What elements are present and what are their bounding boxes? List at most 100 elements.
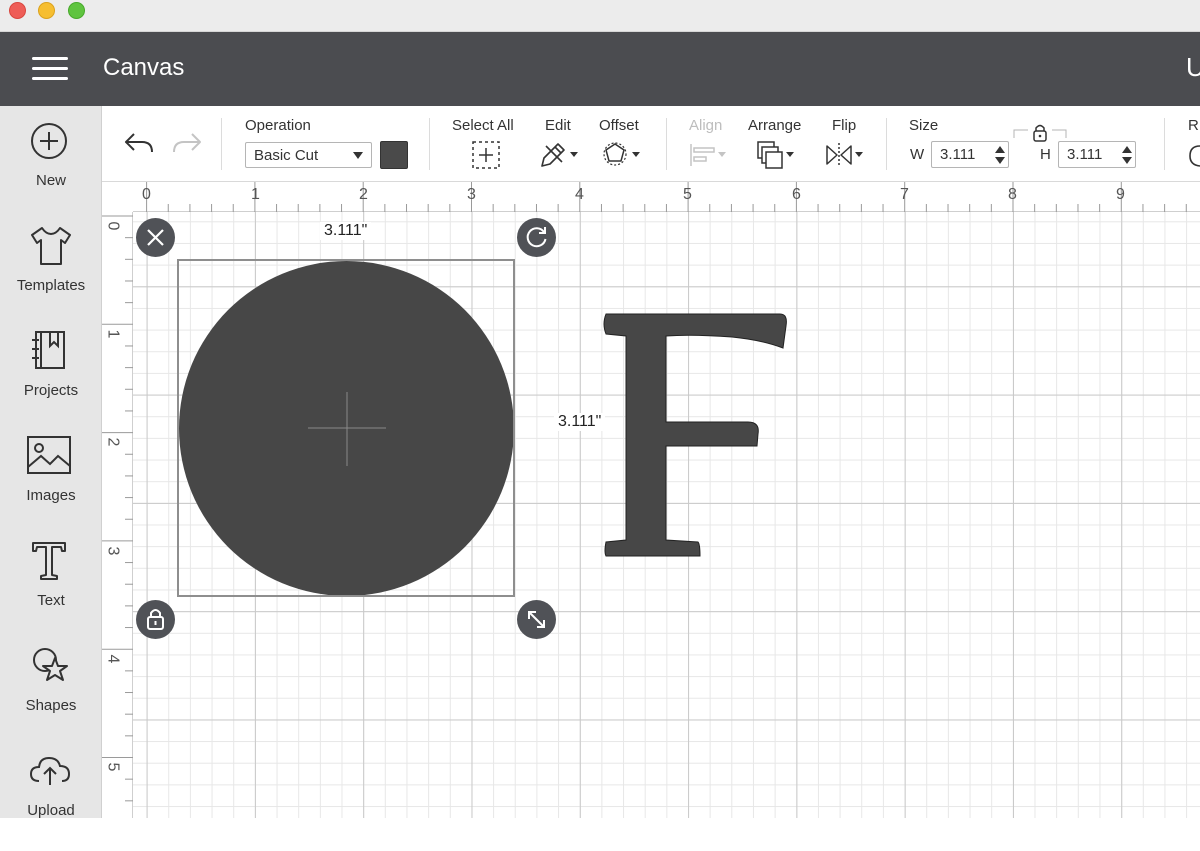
sidebar-item-label: Templates [16, 277, 86, 294]
sidebar-item-label: Text [37, 592, 65, 609]
edit-label: Edit [545, 117, 571, 134]
arrange-icon[interactable] [756, 140, 800, 172]
chevron-down-icon [353, 152, 363, 159]
menu-icon[interactable] [32, 56, 68, 82]
cloud-upload-icon [29, 756, 71, 785]
selection-box[interactable] [177, 259, 515, 597]
width-label: W [910, 146, 925, 163]
width-input[interactable] [932, 142, 990, 167]
arrange-label: Arrange [748, 117, 802, 134]
letter-f-shape[interactable] [602, 310, 788, 560]
height-input[interactable] [1059, 142, 1117, 167]
ruler-number: 3 [467, 186, 476, 203]
sidebar-item-label: Images [26, 487, 76, 504]
sidebar-item-images[interactable]: Images [0, 434, 102, 534]
sidebar-item-upload[interactable]: Upload [0, 751, 102, 851]
width-stepper[interactable] [995, 145, 1005, 165]
toolbar-divider [886, 118, 887, 170]
sidebar-item-shapes[interactable]: Shapes [0, 644, 102, 744]
sidebar-item-label: New [35, 172, 66, 189]
toolbar-divider [666, 118, 667, 170]
height-stepper[interactable] [1122, 145, 1132, 165]
rotate-handle[interactable] [517, 218, 556, 257]
ruler-number: 0 [104, 221, 122, 231]
ruler-number: 4 [104, 654, 122, 664]
ruler-number: 2 [359, 186, 368, 203]
tshirt-icon [31, 227, 71, 265]
edit-toolbar: Operation Basic Cut Select All Edit Offs… [102, 106, 1200, 182]
offset-label: Offset [599, 117, 639, 134]
shapes-icon [33, 648, 68, 681]
resize-handle[interactable] [517, 600, 556, 639]
sidebar-item-text[interactable]: Text [0, 539, 102, 639]
offset-icon[interactable] [602, 140, 646, 170]
app-header: Canvas U [0, 32, 1200, 106]
edit-pencil-icon[interactable] [538, 140, 582, 170]
ruler-number: 6 [792, 186, 801, 203]
ruler-number: 4 [575, 186, 584, 203]
flip-label: Flip [832, 117, 857, 134]
selection-height-label: 3.111" [554, 413, 606, 431]
selection-width-label: 3.111" [320, 222, 372, 240]
lock-icon [147, 609, 164, 630]
height-label: H [1040, 146, 1051, 163]
resize-diagonal-icon [528, 611, 545, 628]
ruler-number: 0 [142, 186, 151, 203]
ruler-number: 9 [1116, 186, 1125, 203]
design-canvas[interactable]: 0 1 2 3 4 5 6 7 8 9 0 1 2 3 4 5 3.111" 3… [102, 182, 1200, 818]
ruler-number: 1 [104, 329, 122, 339]
ruler-number: 5 [683, 186, 692, 203]
sidebar-item-projects[interactable]: Projects [0, 329, 102, 429]
size-label: Size [909, 117, 939, 134]
ruler-vertical: 0 1 2 3 4 5 [102, 212, 133, 818]
toolbar-divider [1164, 118, 1165, 170]
operation-select[interactable]: Basic Cut [245, 142, 372, 168]
ruler-number: 3 [104, 546, 122, 556]
delete-handle[interactable] [136, 218, 175, 257]
operation-value: Basic Cut [254, 147, 319, 164]
select-all-label: Select All [452, 117, 514, 134]
ruler-ticks [102, 215, 133, 802]
toolbar-divider [429, 118, 430, 170]
rotate-icon [526, 227, 547, 248]
window-titlebar [0, 0, 1200, 32]
sidebar: New Templates Projects Images Text Shape… [0, 106, 102, 819]
sidebar-item-label: Upload [27, 802, 75, 819]
rotate-icon[interactable] [1188, 143, 1200, 169]
sidebar-item-new[interactable]: New [0, 121, 102, 221]
sidebar-item-label: Shapes [25, 697, 77, 714]
ruler-ticks [146, 182, 1187, 212]
text-t-icon [32, 542, 66, 580]
ruler-number: 2 [104, 437, 122, 447]
plus-circle-icon [31, 123, 67, 159]
rotate-label: R [1188, 117, 1199, 134]
sidebar-item-label: Projects [23, 382, 79, 399]
window-close-button[interactable] [9, 2, 26, 19]
align-label: Align [689, 117, 723, 134]
undo-icon[interactable] [122, 128, 156, 158]
flip-icon[interactable] [824, 140, 868, 170]
ruler-number: 8 [1008, 186, 1017, 203]
window-minimize-button[interactable] [38, 2, 55, 19]
operation-label: Operation [245, 117, 311, 134]
ruler-number: 1 [251, 186, 260, 203]
operation-color-swatch[interactable] [380, 141, 408, 169]
align-icon[interactable] [688, 140, 732, 170]
sidebar-item-templates[interactable]: Templates [0, 224, 102, 324]
toolbar-divider [221, 118, 222, 170]
width-field[interactable] [931, 141, 1009, 168]
window-zoom-button[interactable] [68, 2, 85, 19]
header-right-text[interactable]: U [1186, 52, 1200, 83]
lock-handle[interactable] [136, 600, 175, 639]
page-title: Canvas [103, 54, 185, 81]
notebook-icon [32, 331, 65, 369]
close-icon [147, 229, 164, 246]
ruler-number: 7 [900, 186, 909, 203]
redo-icon[interactable] [170, 128, 204, 158]
ruler-number: 5 [104, 762, 122, 772]
ruler-corner [102, 182, 133, 212]
ruler-horizontal: 0 1 2 3 4 5 6 7 8 9 [102, 182, 1200, 212]
select-all-icon[interactable] [471, 140, 501, 170]
height-field[interactable] [1058, 141, 1136, 168]
image-icon [27, 436, 71, 474]
